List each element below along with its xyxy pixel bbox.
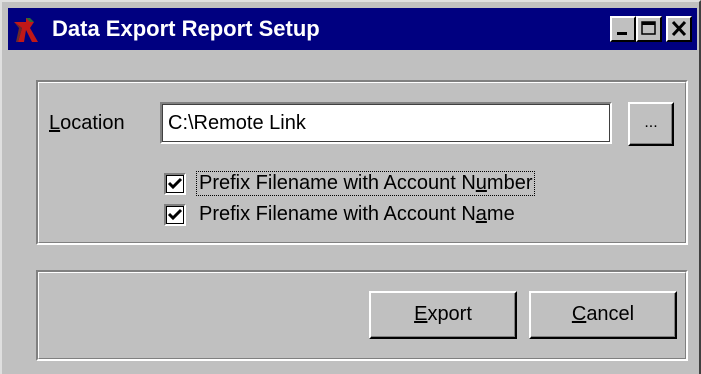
location-input[interactable] xyxy=(160,102,612,144)
maximize-button[interactable] xyxy=(636,16,662,42)
account-number-label-mnemonic: u xyxy=(475,172,487,194)
account-name-label[interactable]: Prefix Filename with Account Name xyxy=(199,203,515,226)
account-name-checkbox[interactable] xyxy=(164,204,186,226)
account-name-label-text: Prefix Filename with Account N xyxy=(199,203,476,225)
minimize-button[interactable] xyxy=(610,16,636,42)
account-number-label[interactable]: Prefix Filename with Account Number xyxy=(196,171,536,196)
export-button[interactable]: Export xyxy=(369,291,517,339)
cancel-button[interactable]: Cancel xyxy=(529,291,677,339)
title-bar[interactable]: Data Export Report Setup xyxy=(8,8,697,50)
app-logo-icon xyxy=(14,18,38,42)
close-icon xyxy=(671,20,687,37)
location-label-text: ocation xyxy=(60,112,125,134)
minimize-icon xyxy=(617,32,627,35)
dialog-window: Data Export Report Setup Location ... Pr… xyxy=(0,0,701,374)
account-name-label-mnemonic: a xyxy=(475,203,487,225)
checkmark-icon xyxy=(167,208,183,221)
account-number-checkbox[interactable] xyxy=(164,173,186,195)
window-title: Data Export Report Setup xyxy=(52,16,320,41)
account-number-label-rest: mber xyxy=(486,172,533,194)
account-name-label-rest: me xyxy=(486,203,515,225)
location-label-mnemonic: L xyxy=(49,112,61,134)
maximize-icon xyxy=(641,21,656,35)
account-number-label-text: Prefix Filename with Account N xyxy=(199,172,476,194)
checkmark-icon xyxy=(167,177,183,190)
location-label: Location xyxy=(49,112,125,135)
cancel-button-mnemonic: C xyxy=(571,303,587,325)
browse-button[interactable]: ... xyxy=(628,102,674,146)
close-button[interactable] xyxy=(666,16,692,42)
export-button-mnemonic: E xyxy=(414,303,428,325)
export-button-label: xport xyxy=(427,303,472,325)
cancel-button-label: ancel xyxy=(586,303,635,325)
